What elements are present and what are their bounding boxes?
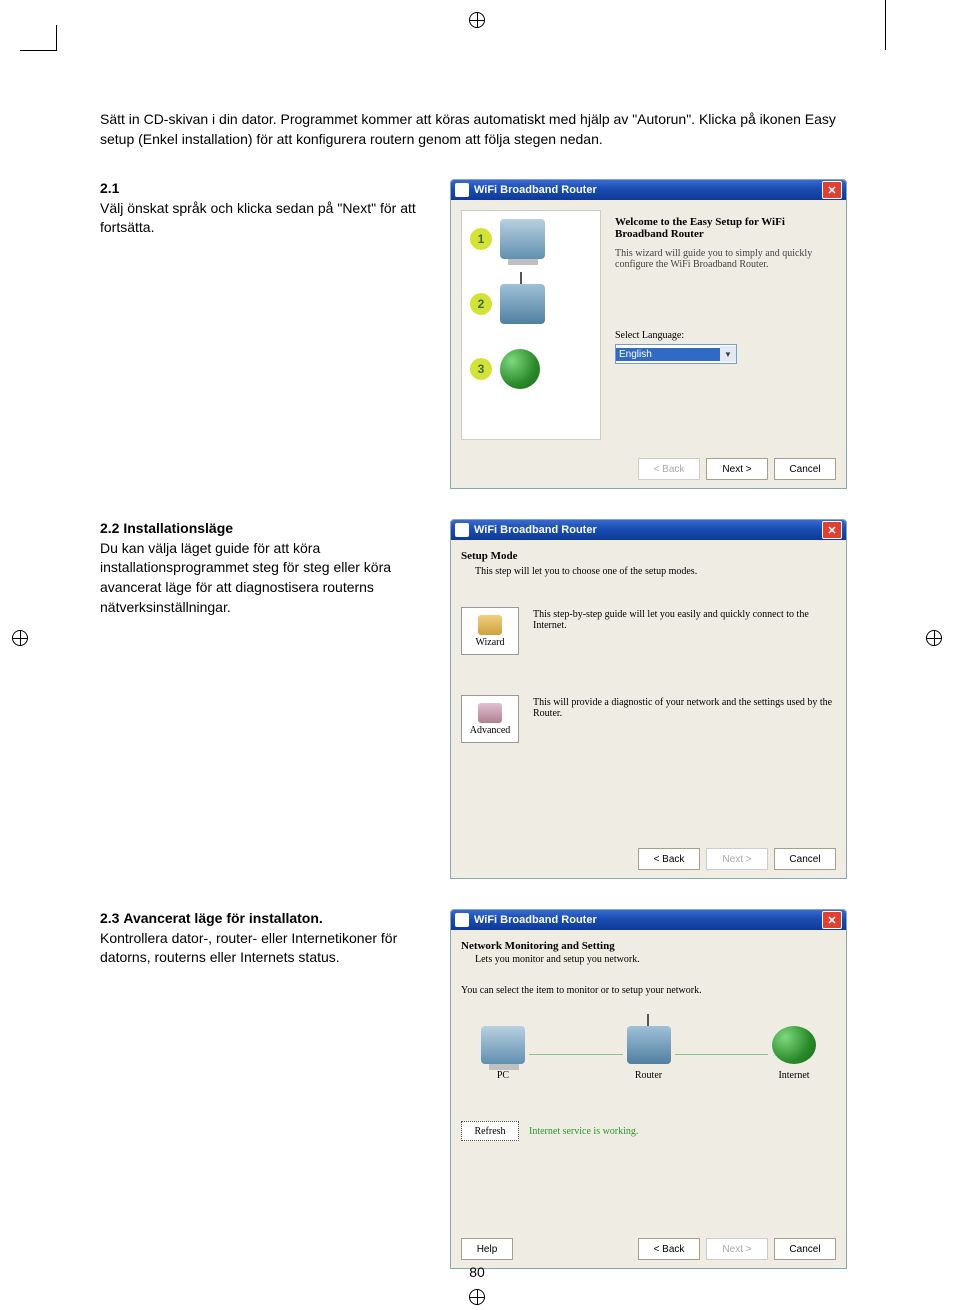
step-1-badge: 1 <box>470 228 492 250</box>
titlebar-1: WiFi Broadband Router ✕ <box>451 180 846 200</box>
pc-item[interactable]: PC <box>481 1026 525 1081</box>
window-title-3: WiFi Broadband Router <box>474 914 822 926</box>
internet-item[interactable]: Internet <box>772 1026 816 1081</box>
app-icon <box>455 183 469 197</box>
router-item[interactable]: Router <box>627 1026 671 1081</box>
cancel-button-1[interactable]: Cancel <box>774 458 836 480</box>
window-title-1: WiFi Broadband Router <box>474 184 822 196</box>
section-number-1: 2.1 <box>100 180 119 196</box>
registration-mark-left <box>12 630 28 646</box>
section-text-3: Kontrollera dator-, router- eller Intern… <box>100 930 397 966</box>
wizard-welcome-title: Welcome to the Easy Setup for WiFi Broad… <box>615 216 822 240</box>
advanced-mode-button[interactable]: Advanced <box>461 695 519 743</box>
step-3-badge: 3 <box>470 358 492 380</box>
router-label: Router <box>635 1070 662 1081</box>
advanced-desc: This will provide a diagnostic of your n… <box>533 695 836 743</box>
page-number: 80 <box>0 1264 954 1280</box>
pc-label: PC <box>497 1070 509 1081</box>
cancel-button-3[interactable]: Cancel <box>774 1238 836 1260</box>
network-monitor-msg: You can select the item to monitor or to… <box>461 985 836 996</box>
globe-icon <box>772 1026 816 1064</box>
app-icon <box>455 523 469 537</box>
titlebar-3: WiFi Broadband Router ✕ <box>451 910 846 930</box>
cancel-button-2[interactable]: Cancel <box>774 848 836 870</box>
back-button-1: < Back <box>638 458 700 480</box>
back-button-3[interactable]: < Back <box>638 1238 700 1260</box>
wizard-desc: This step-by-step guide will let you eas… <box>533 607 836 655</box>
connection-line-2 <box>675 1054 769 1055</box>
window-1: WiFi Broadband Router ✕ 1 2 3 Welcome to… <box>450 179 847 489</box>
next-button-2: Next > <box>706 848 768 870</box>
app-icon <box>455 913 469 927</box>
network-monitor-heading: Network Monitoring and Setting <box>461 940 836 952</box>
wizard-icon <box>478 615 502 635</box>
step-2-badge: 2 <box>470 293 492 315</box>
close-button-2[interactable]: ✕ <box>822 521 842 539</box>
router-icon <box>500 284 545 324</box>
section-text-1: Välj önskat språk och klicka sedan på "N… <box>100 200 416 236</box>
close-button-3[interactable]: ✕ <box>822 911 842 929</box>
registration-mark-top <box>469 12 485 28</box>
refresh-button[interactable]: Refresh <box>461 1121 519 1141</box>
window-2: WiFi Broadband Router ✕ Setup Mode This … <box>450 519 847 879</box>
internet-label: Internet <box>778 1070 809 1081</box>
intro-paragraph: Sätt in CD-skivan i din dator. Programme… <box>100 110 850 149</box>
section-text-2: Du kan välja läget guide för att köra in… <box>100 540 391 615</box>
wizard-label: Wizard <box>475 637 504 648</box>
titlebar-2: WiFi Broadband Router ✕ <box>451 520 846 540</box>
globe-icon <box>500 349 540 389</box>
advanced-icon <box>478 703 502 723</box>
status-text: Internet service is working. <box>529 1126 638 1137</box>
language-value: English <box>616 348 720 361</box>
wizard-steps-panel: 1 2 3 <box>461 210 601 440</box>
next-button-3: Next > <box>706 1238 768 1260</box>
window-title-2: WiFi Broadband Router <box>474 524 822 536</box>
section-title-3: Avancerat läge för installaton. <box>123 910 322 926</box>
router-icon <box>627 1026 671 1064</box>
registration-mark-right <box>926 630 942 646</box>
advanced-label: Advanced <box>470 725 511 736</box>
setup-mode-sub: This step will let you to choose one of … <box>475 566 836 577</box>
pc-icon <box>481 1026 525 1064</box>
section-title-2: Installationsläge <box>123 520 233 536</box>
next-button-1[interactable]: Next > <box>706 458 768 480</box>
help-button[interactable]: Help <box>461 1238 513 1260</box>
network-monitor-sub: Lets you monitor and setup you network. <box>475 954 836 965</box>
language-label: Select Language: <box>615 330 822 341</box>
window-3: WiFi Broadband Router ✕ Network Monitori… <box>450 909 847 1269</box>
setup-mode-heading: Setup Mode <box>461 550 518 562</box>
back-button-2[interactable]: < Back <box>638 848 700 870</box>
section-number-2: 2.2 <box>100 520 119 536</box>
language-select[interactable]: English ▼ <box>615 344 737 364</box>
close-button-1[interactable]: ✕ <box>822 181 842 199</box>
crop-mark-tl <box>20 25 57 51</box>
section-number-3: 2.3 <box>100 910 119 926</box>
chevron-down-icon: ▼ <box>720 346 736 362</box>
connection-line-1 <box>529 1054 623 1055</box>
wizard-welcome-desc: This wizard will guide you to simply and… <box>615 248 822 270</box>
pc-icon <box>500 219 545 259</box>
wizard-mode-button[interactable]: Wizard <box>461 607 519 655</box>
crop-mark-tr <box>885 0 886 50</box>
